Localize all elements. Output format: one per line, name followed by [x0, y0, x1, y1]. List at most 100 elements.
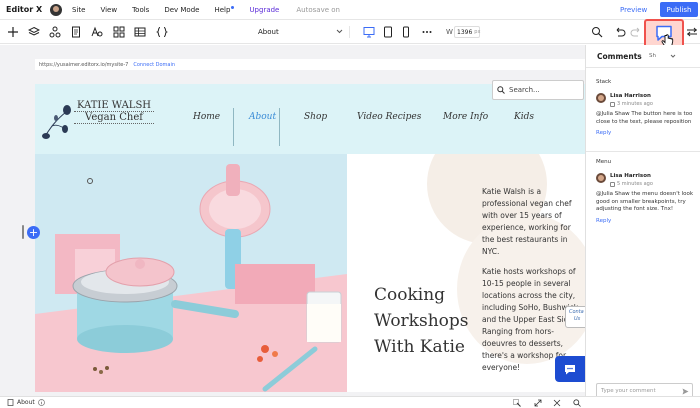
add-section-button[interactable]: + — [27, 226, 40, 239]
mobile-icon[interactable] — [400, 26, 412, 38]
site-url-bar: https://yusaimer.editorx.io/mysite-7 Con… — [35, 59, 585, 70]
hero-title-line: With Katie — [374, 337, 465, 357]
nav-item-more-info[interactable]: More Info — [443, 112, 488, 122]
contact-tab-line: Conta — [569, 309, 584, 315]
tablet-icon[interactable] — [382, 26, 394, 38]
pages-icon[interactable] — [70, 26, 82, 38]
nav-item-home[interactable]: Home — [193, 112, 220, 122]
layers-icon[interactable] — [28, 26, 40, 38]
width-unit: px — [474, 29, 481, 35]
brand-divider-bottom — [74, 123, 154, 124]
panel-divider — [586, 151, 700, 152]
comment-meta: 5 minutes ago — [610, 181, 653, 187]
reply-link[interactable]: Reply — [596, 218, 696, 224]
width-input[interactable]: 1396 px — [454, 26, 480, 38]
desktop-icon[interactable] — [363, 26, 375, 38]
components-icon[interactable] — [49, 26, 61, 38]
connect-domain-link[interactable]: Connect Domain — [133, 62, 175, 68]
reply-link[interactable]: Reply — [596, 130, 696, 136]
hero-title-line: Cooking — [374, 285, 446, 305]
comments-panel-title: Comments — [597, 52, 642, 61]
undo-icon[interactable] — [614, 26, 626, 38]
comment-text: @Julia Shaw The button here is too close… — [596, 111, 693, 125]
send-icon[interactable] — [682, 388, 689, 395]
comment-input-placeholder: Type your comment — [601, 388, 656, 394]
hero-text-section[interactable]: Katie Walsh is a professional vegan chef… — [347, 154, 585, 392]
contact-tab-line: Us — [574, 316, 581, 322]
comments-toggle-button[interactable] — [644, 19, 684, 48]
autosave-status: Autosave on — [296, 5, 340, 14]
comment-thread[interactable]: Stack Lisa Harrison 3 minutes ago @Julia… — [596, 79, 696, 136]
resolve-checkbox[interactable] — [610, 101, 615, 107]
comment-time: 5 minutes ago — [617, 181, 653, 187]
width-value: 1396 — [457, 28, 473, 36]
top-bar: Editor X Site View Tools Dev Mode Help U… — [0, 0, 700, 20]
menu-dev-mode[interactable]: Dev Mode — [164, 6, 199, 14]
avatar — [596, 93, 606, 103]
comment-section-label: Stack — [596, 79, 612, 85]
comment-thread[interactable]: Menu Lisa Harrison 5 minutes ago @Julia … — [596, 159, 696, 224]
contact-us-tab[interactable]: Conta Us — [565, 306, 585, 328]
nav-divider — [279, 108, 280, 146]
plus-icon[interactable] — [7, 26, 19, 38]
panel-divider — [586, 67, 700, 68]
comments-panel: Comments Sh Stack Lisa Harrison 3 minute… — [585, 45, 700, 399]
resize-handle[interactable] — [22, 225, 24, 239]
sliders-icon[interactable] — [686, 26, 698, 38]
menu-help[interactable]: Help — [214, 5, 235, 14]
user-avatar[interactable] — [50, 3, 62, 16]
search-icon — [497, 86, 505, 94]
site-search-input[interactable]: Search... — [492, 80, 584, 100]
menu-help-label: Help — [214, 5, 231, 14]
publish-button[interactable]: Publish — [660, 2, 698, 17]
redo-icon[interactable] — [630, 26, 642, 38]
selection-handle[interactable] — [87, 178, 93, 184]
nav-divider — [233, 108, 234, 146]
hero-description: Katie Walsh is a professional vegan chef… — [482, 186, 582, 382]
chat-widget-button[interactable] — [555, 356, 585, 382]
expand-icon[interactable] — [534, 399, 542, 407]
menu-view[interactable]: View — [100, 6, 117, 14]
menu-tools[interactable]: Tools — [132, 6, 149, 14]
resolve-checkbox[interactable] — [610, 181, 615, 187]
brand-tagline: Vegan Chef — [85, 112, 143, 123]
comment-author: Lisa Harrison — [610, 93, 651, 99]
chevron-down-icon — [336, 28, 343, 36]
menu-upgrade[interactable]: Upgrade — [249, 6, 279, 14]
hero-title: Cooking Workshops With Katie — [374, 282, 469, 360]
chat-icon — [565, 364, 575, 374]
preview-button[interactable]: Preview — [620, 6, 647, 14]
comments-filter-select[interactable]: Sh — [646, 51, 676, 61]
nav-item-about[interactable]: About — [249, 112, 276, 122]
nav-item-shop[interactable]: Shop — [304, 112, 327, 122]
bottom-bar: About — [0, 396, 700, 408]
help-notification-dot — [231, 5, 235, 9]
chevron-down-icon — [670, 54, 676, 58]
text-style-icon[interactable] — [91, 26, 103, 38]
zoom-icon[interactable] — [573, 399, 581, 407]
avatar — [596, 173, 606, 183]
hero-paragraph: Katie Walsh is a professional vegan chef… — [482, 187, 572, 256]
zoom-icon[interactable] — [591, 26, 603, 38]
code-icon[interactable] — [156, 26, 168, 38]
page-select[interactable]: About — [258, 26, 350, 38]
more-icon[interactable] — [421, 26, 433, 38]
info-icon[interactable] — [37, 399, 45, 406]
comment-section-label: Menu — [596, 159, 612, 165]
site-search-placeholder: Search... — [509, 86, 540, 94]
site-url: https://yusaimer.editorx.io/mysite-7 — [39, 61, 129, 68]
current-page-indicator[interactable]: About — [7, 399, 45, 406]
fit-icon[interactable] — [553, 399, 561, 407]
comment-author: Lisa Harrison — [610, 173, 651, 179]
select-icon[interactable] — [513, 399, 521, 407]
comments-filter-value: Sh — [649, 53, 656, 59]
hero-image[interactable] — [35, 154, 347, 392]
width-label: W — [446, 28, 453, 36]
nav-item-kids[interactable]: Kids — [514, 112, 534, 122]
nav-item-video-recipes[interactable]: Video Recipes — [357, 112, 421, 122]
grid-icon[interactable] — [113, 26, 125, 38]
brand-name: KATIE WALSH — [76, 100, 152, 111]
menu-site[interactable]: Site — [72, 6, 85, 14]
brand-logo[interactable]: KATIE WALSH Vegan Chef — [70, 100, 158, 124]
table-icon[interactable] — [134, 26, 146, 38]
